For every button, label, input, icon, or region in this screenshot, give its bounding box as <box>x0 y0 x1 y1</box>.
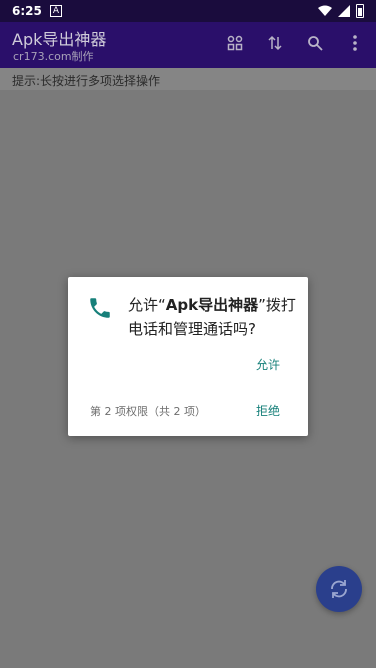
refresh-icon <box>331 580 347 598</box>
app-title: Apk导出神器 <box>12 30 107 49</box>
wifi-icon <box>318 5 332 16</box>
refresh-fab-button[interactable] <box>316 566 362 612</box>
message-prefix: 允许“ <box>128 296 166 314</box>
phone-icon <box>90 298 110 318</box>
app-subtitle: cr173.com制作 <box>13 50 94 63</box>
app-name: Apk导出神器 <box>165 296 259 314</box>
signal-icon <box>338 5 350 17</box>
grid-icon[interactable] <box>224 32 246 54</box>
status-bar: 6:25 A <box>0 0 376 22</box>
sort-icon[interactable] <box>264 32 286 54</box>
status-right-icons <box>318 4 364 18</box>
app-bar-actions <box>224 32 366 54</box>
app-bar: Apk导出神器 cr173.com制作 <box>0 22 376 68</box>
notification-a-icon: A <box>49 5 63 17</box>
dialog-message: 允许“Apk导出神器”拨打电话和管理通话吗? <box>128 293 300 341</box>
deny-button[interactable]: 拒绝 <box>256 402 280 419</box>
search-icon[interactable] <box>304 32 326 54</box>
hint-text: 提示:长按进行多项选择操作 <box>0 68 376 90</box>
permission-count: 第 2 项权限（共 2 项） <box>90 405 206 418</box>
permission-dialog: 允许“Apk导出神器”拨打电话和管理通话吗? 允许 第 2 项权限（共 2 项）… <box>68 277 308 436</box>
status-time: 6:25 <box>12 4 42 18</box>
allow-button[interactable]: 允许 <box>256 356 280 373</box>
battery-icon <box>356 4 364 18</box>
more-icon[interactable] <box>344 32 366 54</box>
